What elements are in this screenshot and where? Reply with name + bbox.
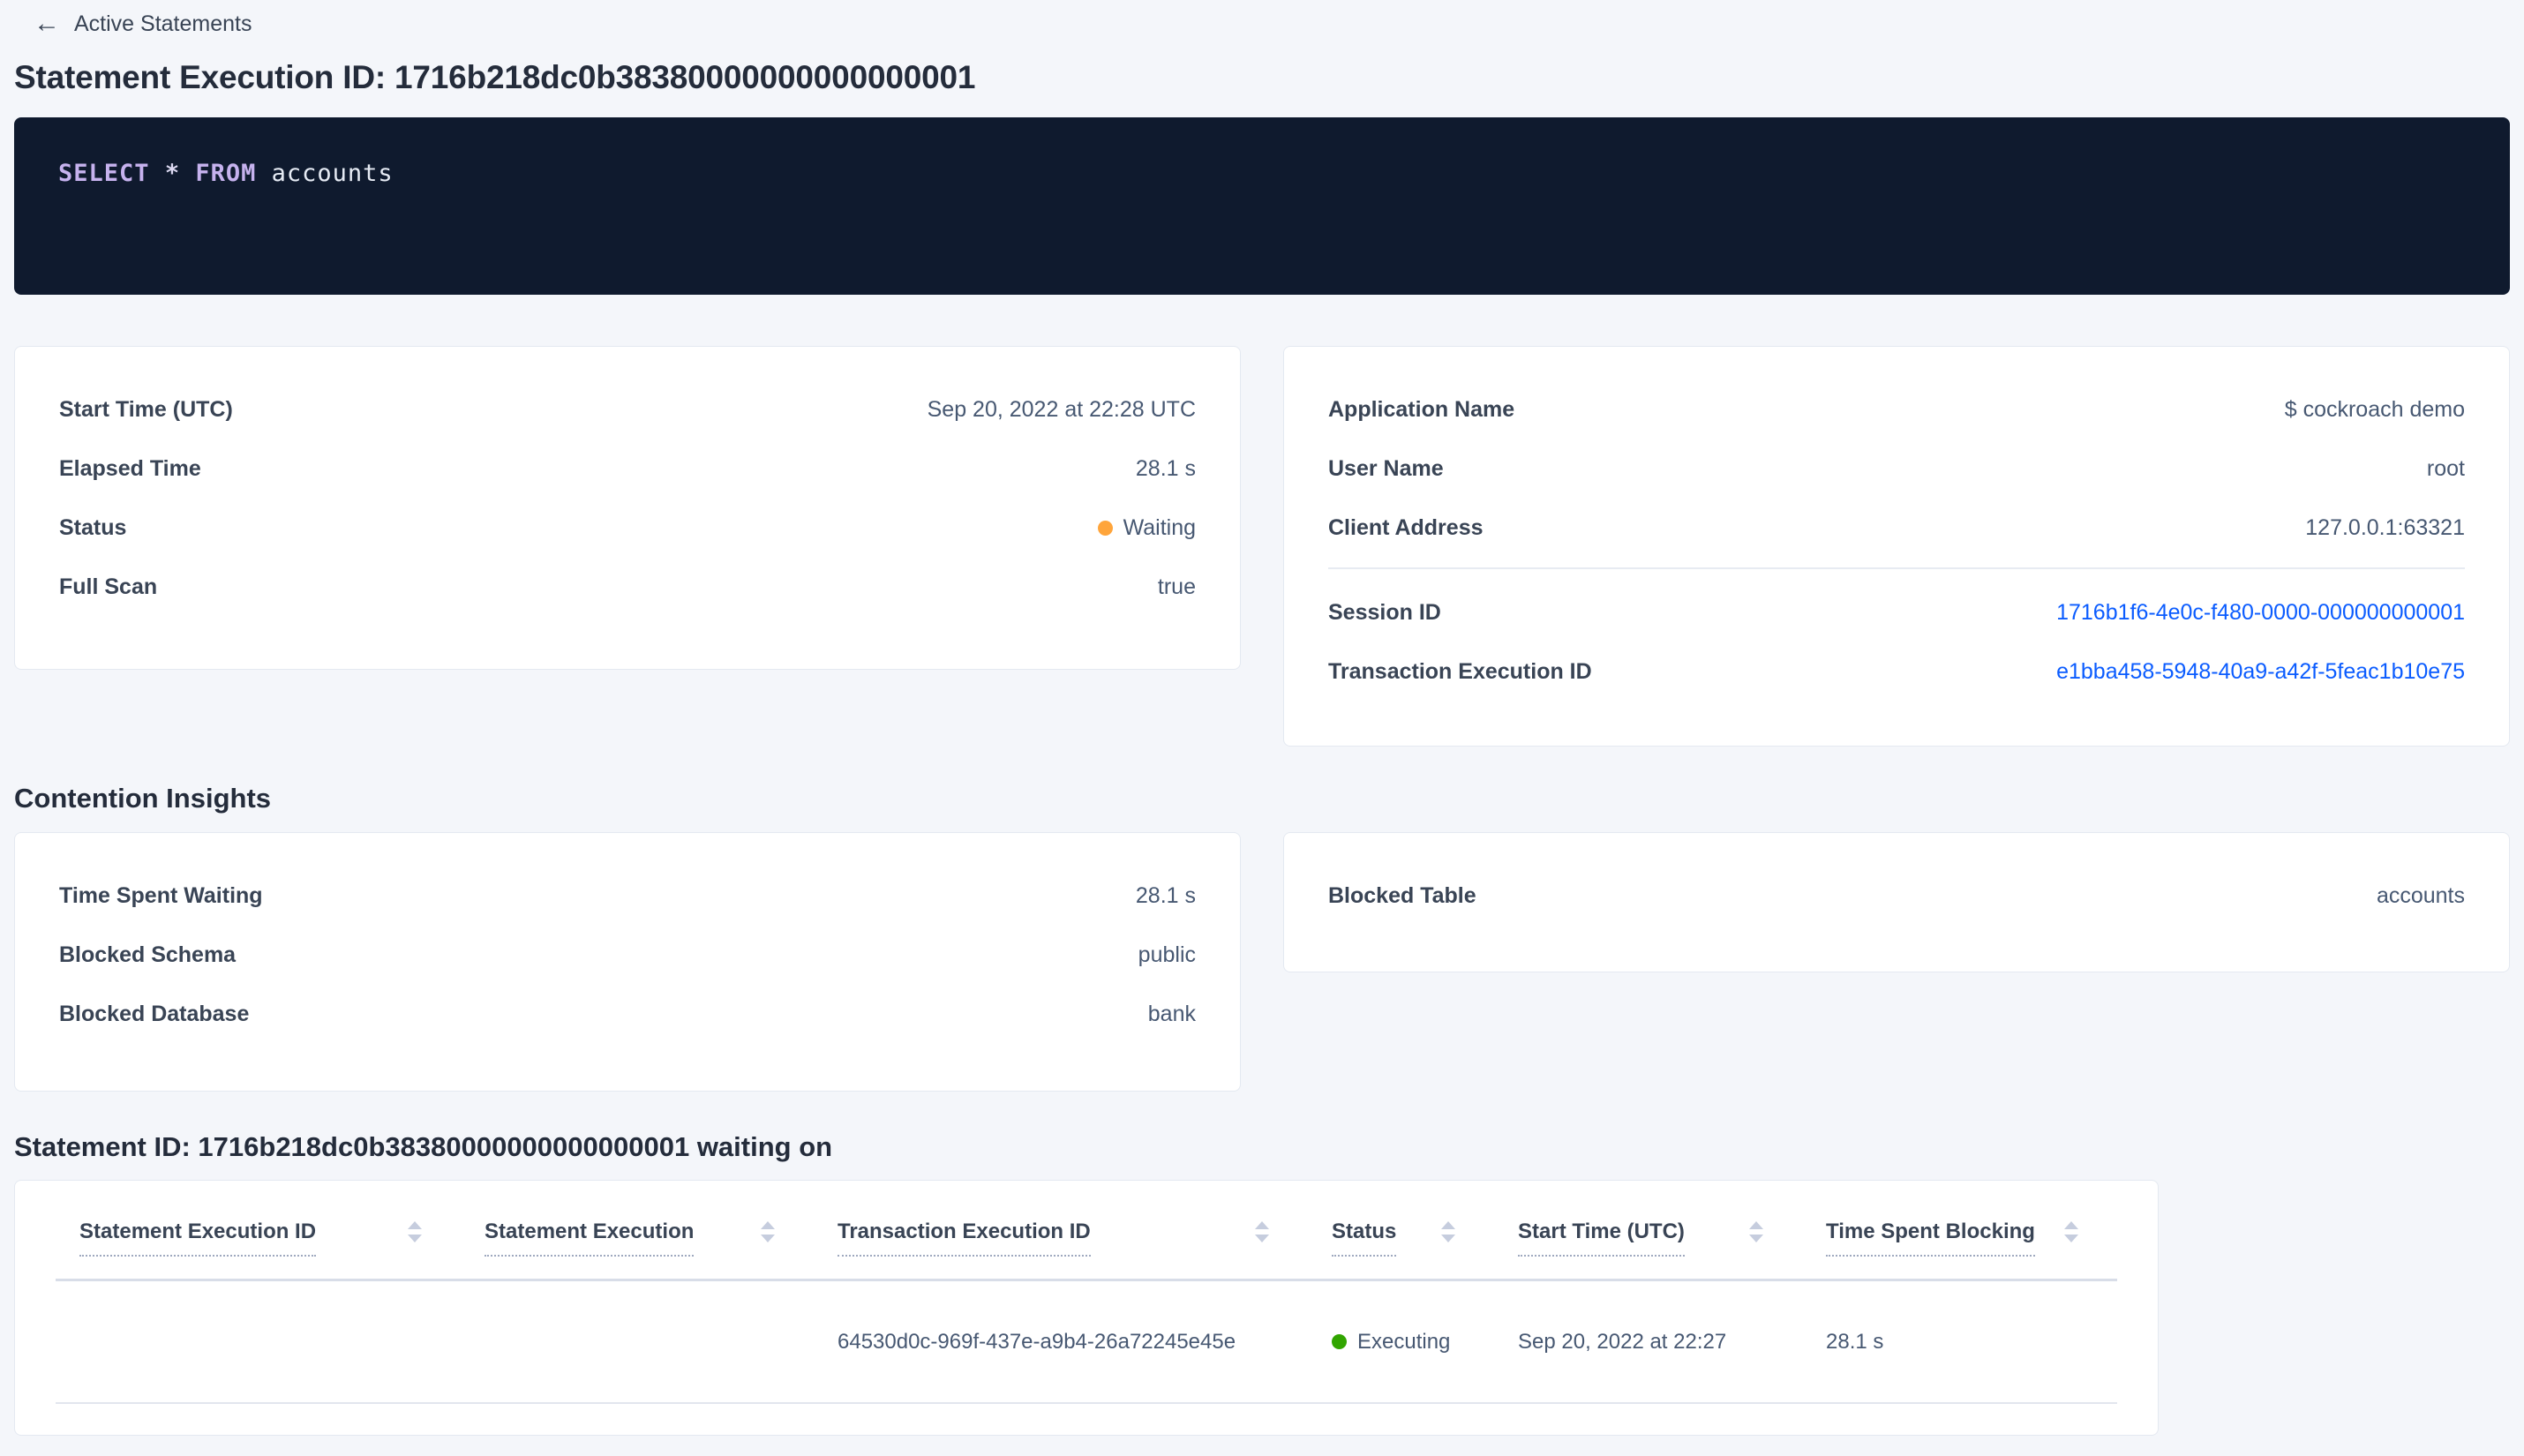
blocked-table-card: Blocked Table accounts [1283, 832, 2510, 972]
start-time-label: Start Time (UTC) [59, 397, 233, 422]
sql-preview-box: SELECT * FROM accounts [14, 117, 2510, 295]
transaction-execution-id-label: Transaction Execution ID [1328, 659, 1592, 684]
cell-status: Executing [1308, 1330, 1494, 1355]
row-transaction-execution-id: Transaction Execution ID e1bba458-5948-4… [1328, 642, 2465, 702]
waiting-statements-table: Statement Execution ID Statement Executi… [14, 1180, 2159, 1436]
column-label: Start Time (UTC) [1518, 1220, 1685, 1257]
blocked-table-label: Blocked Table [1328, 883, 1476, 908]
column-label: Transaction Execution ID [838, 1220, 1091, 1257]
application-name-value: $ cockroach demo [2284, 397, 2465, 422]
user-name-value: root [2426, 456, 2465, 481]
sort-icon[interactable] [1441, 1220, 1455, 1242]
column-header-time-spent-blocking[interactable]: Time Spent Blocking [1802, 1220, 2117, 1257]
client-address-value: 127.0.0.1:63321 [2305, 515, 2465, 540]
row-elapsed-time: Elapsed Time 28.1 s [59, 439, 1196, 499]
row-start-time: Start Time (UTC) Sep 20, 2022 at 22:28 U… [59, 380, 1196, 439]
column-header-start-time[interactable]: Start Time (UTC) [1494, 1220, 1802, 1257]
time-spent-waiting-value: 28.1 s [1135, 883, 1196, 908]
blocked-schema-value: public [1138, 942, 1196, 967]
overview-card: Start Time (UTC) Sep 20, 2022 at 22:28 U… [14, 346, 1241, 670]
application-name-label: Application Name [1328, 397, 1515, 422]
contention-left-card: Time Spent Waiting 28.1 s Blocked Schema… [14, 832, 1241, 1092]
transaction-execution-id-link[interactable]: e1bba458-5948-40a9-a42f-5feac1b10e75 [2056, 659, 2465, 685]
column-label: Statement Execution ID [79, 1220, 317, 1257]
session-id-link[interactable]: 1716b1f6-4e0c-f480-0000-000000000001 [2056, 600, 2465, 626]
user-name-label: User Name [1328, 456, 1444, 481]
sort-icon[interactable] [408, 1220, 422, 1242]
full-scan-label: Full Scan [59, 574, 158, 599]
row-blocked-database: Blocked Database bank [59, 985, 1196, 1044]
executing-status-text: Executing [1357, 1329, 1451, 1354]
cell-start-time: Sep 20, 2022 at 22:27 [1518, 1329, 1727, 1354]
row-time-spent-waiting: Time Spent Waiting 28.1 s [59, 867, 1196, 926]
sql-star-operator: * [164, 160, 181, 187]
status-text: Waiting [1123, 515, 1196, 540]
sql-keyword-from: FROM [195, 160, 257, 187]
cell-time-spent-blocking: 28.1 s [1826, 1329, 1884, 1354]
back-link-label: Active Statements [74, 11, 252, 36]
table-row: 64530d0c-969f-437e-a9b4-26a72245e45e Exe… [56, 1281, 2117, 1404]
blocked-database-label: Blocked Database [59, 1002, 250, 1026]
sort-icon[interactable] [2064, 1220, 2078, 1242]
blocked-schema-label: Blocked Schema [59, 942, 237, 967]
time-spent-waiting-label: Time Spent Waiting [59, 883, 263, 908]
sql-statement: SELECT * FROM accounts [58, 160, 2466, 187]
page: ← Active Statements Statement Execution … [0, 0, 2524, 1436]
column-label: Status [1332, 1220, 1397, 1257]
blocked-database-value: bank [1147, 1002, 1196, 1026]
column-header-statement-execution-id[interactable]: Statement Execution ID [56, 1220, 461, 1257]
waiting-on-heading: Statement ID: 1716b218dc0b38380000000000… [14, 1131, 833, 1162]
sort-icon[interactable] [1749, 1220, 1763, 1242]
full-scan-value: true [1157, 574, 1196, 599]
status-value: Waiting [1097, 515, 1196, 541]
client-address-label: Client Address [1328, 515, 1484, 540]
overview-cards-row: Start Time (UTC) Sep 20, 2022 at 22:28 U… [14, 346, 2510, 747]
row-session-id: Session ID 1716b1f6-4e0c-f480-0000-00000… [1328, 583, 2465, 642]
sql-keyword-select: SELECT [58, 160, 150, 187]
elapsed-time-value: 28.1 s [1135, 456, 1196, 481]
blocked-table-value: accounts [2376, 883, 2465, 908]
row-status: Status Waiting [59, 499, 1196, 558]
row-client-address: Client Address 127.0.0.1:63321 [1328, 499, 2465, 558]
session-card-divider [1328, 567, 2465, 569]
row-user-name: User Name root [1328, 439, 2465, 499]
page-title: Statement Execution ID: 1716b218dc0b3838… [14, 59, 976, 95]
sql-table-identifier: accounts [271, 160, 394, 187]
contention-insights-heading: Contention Insights [14, 783, 272, 814]
column-label: Time Spent Blocking [1826, 1220, 2035, 1257]
contention-cards-row: Time Spent Waiting 28.1 s Blocked Schema… [14, 832, 2510, 1092]
column-label: Statement Execution [485, 1220, 695, 1257]
back-arrow-icon: ← [34, 9, 60, 38]
column-header-status[interactable]: Status [1308, 1220, 1494, 1257]
status-label: Status [59, 515, 127, 540]
row-full-scan: Full Scan true [59, 558, 1196, 617]
session-card: Application Name $ cockroach demo User N… [1283, 346, 2510, 747]
cell-transaction-execution-id: 64530d0c-969f-437e-a9b4-26a72245e45e [838, 1329, 1236, 1354]
column-header-statement-execution[interactable]: Statement Execution [461, 1220, 814, 1257]
sort-icon[interactable] [1255, 1220, 1269, 1242]
column-header-transaction-execution-id[interactable]: Transaction Execution ID [814, 1220, 1308, 1257]
row-blocked-table: Blocked Table accounts [1328, 867, 2465, 926]
back-link[interactable]: ← Active Statements [14, 0, 2510, 37]
start-time-value: Sep 20, 2022 at 22:28 UTC [927, 397, 1196, 422]
row-application-name: Application Name $ cockroach demo [1328, 380, 2465, 439]
waiting-status-dot-icon [1097, 521, 1113, 536]
table-header-row: Statement Execution ID Statement Executi… [56, 1181, 2117, 1281]
elapsed-time-label: Elapsed Time [59, 456, 201, 481]
executing-status-dot-icon [1332, 1334, 1347, 1349]
row-blocked-schema: Blocked Schema public [59, 926, 1196, 985]
sort-icon[interactable] [761, 1220, 775, 1242]
session-id-label: Session ID [1328, 600, 1441, 625]
